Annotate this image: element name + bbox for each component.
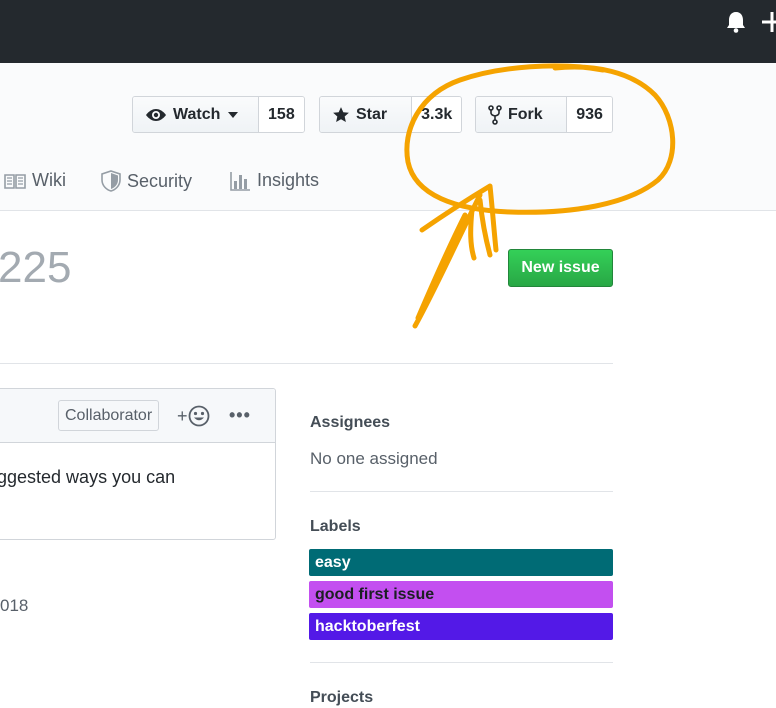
fork-icon	[488, 104, 502, 125]
watch-label: Watch	[173, 105, 221, 123]
comment-body: ggested ways you can	[0, 467, 176, 487]
comment-header: Collaborator + •••	[0, 389, 275, 443]
fork-button[interactable]: Fork	[476, 97, 568, 132]
sidebar-divider	[310, 491, 613, 492]
sidebar-divider	[310, 662, 613, 663]
watch-button[interactable]: Watch	[133, 97, 259, 132]
reaction-plus: +	[177, 405, 188, 426]
fork-label: Fork	[508, 105, 543, 123]
add-reaction-button[interactable]: +	[177, 405, 210, 427]
watch-count[interactable]: 158	[258, 97, 304, 132]
chevron-down-icon	[228, 111, 239, 118]
label-hacktoberfest[interactable]: hacktoberfest	[309, 613, 613, 640]
tab-wiki-label: Wiki	[32, 170, 66, 190]
tab-insights-label: Insights	[257, 170, 320, 190]
divider	[0, 363, 613, 364]
star-count[interactable]: 3.3k	[412, 97, 461, 132]
tab-wiki[interactable]: Wiki	[4, 170, 66, 191]
star-button-group: Star 3.3k	[319, 96, 462, 133]
graph-icon	[230, 171, 250, 191]
issue-comment: Collaborator + ••• ggested ways you can	[0, 388, 276, 540]
assignees-heading[interactable]: Assignees	[310, 414, 390, 432]
tab-insights[interactable]: Insights	[230, 170, 319, 191]
book-icon	[4, 173, 26, 189]
star-label: Star	[356, 105, 388, 123]
smiley-icon	[188, 405, 209, 427]
fork-button-group: Fork 936	[475, 96, 613, 133]
watch-button-group: Watch 158	[132, 96, 305, 133]
global-header	[0, 0, 776, 63]
timeline-date: 018	[0, 596, 29, 615]
issue-number: 225	[0, 243, 72, 292]
tab-security-label: Security	[127, 170, 193, 191]
projects-heading[interactable]: Projects	[310, 689, 373, 707]
labels-heading[interactable]: Labels	[310, 518, 361, 536]
shield-icon	[101, 170, 121, 192]
new-issue-button[interactable]: New issue	[508, 249, 613, 287]
label-good-first-issue[interactable]: good first issue	[309, 581, 613, 608]
fork-count[interactable]: 936	[567, 97, 612, 132]
more-options-button[interactable]: •••	[229, 405, 251, 426]
collaborator-badge: Collaborator	[58, 400, 160, 431]
bell-icon[interactable]	[725, 10, 747, 34]
assignees-value: No one assigned	[310, 449, 438, 468]
label-easy[interactable]: easy	[309, 549, 613, 576]
tab-security[interactable]: Security	[101, 170, 192, 192]
star-icon	[333, 106, 349, 122]
eye-icon	[146, 108, 166, 121]
plus-icon[interactable]	[762, 12, 776, 32]
star-button[interactable]: Star	[320, 97, 413, 132]
